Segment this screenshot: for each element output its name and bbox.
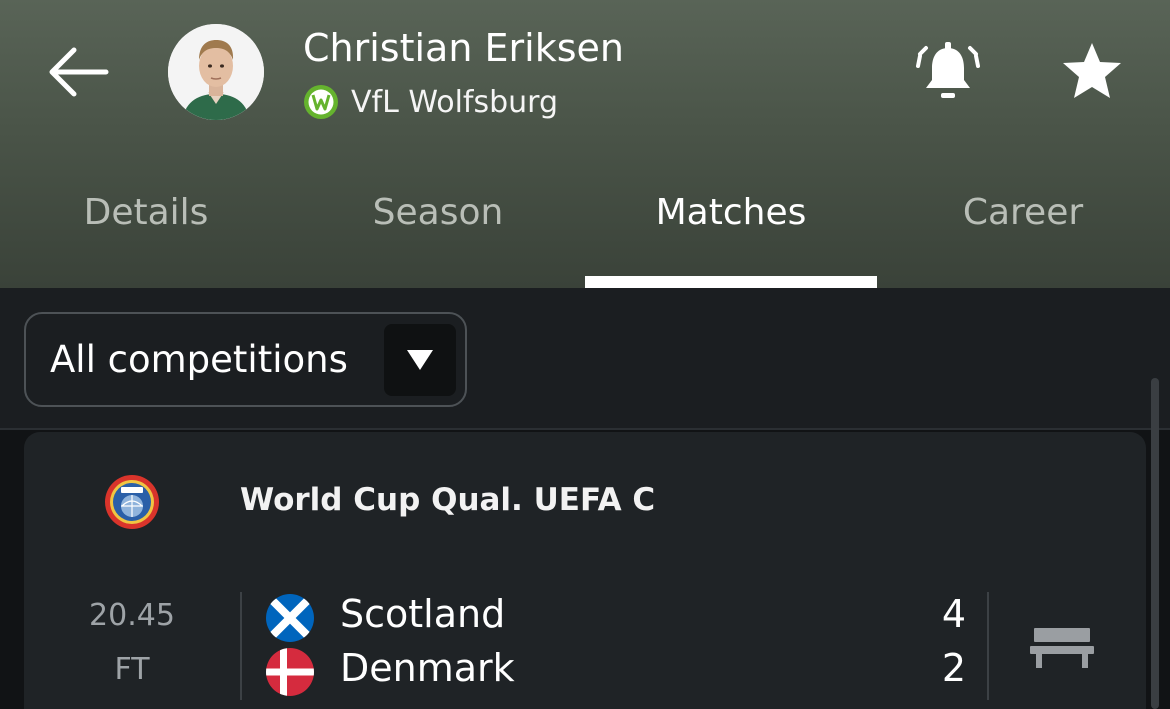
divider xyxy=(240,592,242,700)
competition-filter-value: All competitions xyxy=(50,338,348,381)
tab-matches[interactable]: Matches xyxy=(585,180,877,288)
denmark-flag-icon xyxy=(266,648,314,696)
bell-ringing-icon xyxy=(916,42,980,98)
player-avatar xyxy=(168,24,264,120)
club-name: VfL Wolfsburg xyxy=(351,84,559,120)
match-status: FT xyxy=(114,652,150,687)
triangle-down-icon xyxy=(407,350,433,370)
player-name: Christian Eriksen xyxy=(303,26,624,70)
competition-name: World Cup Qual. UEFA C xyxy=(240,482,656,518)
player-header: Christian Eriksen VfL Wolfsburg Details … xyxy=(0,0,1170,288)
dropdown-toggle[interactable] xyxy=(384,324,456,396)
filter-bar: All competitions xyxy=(0,288,1170,430)
active-tab-indicator xyxy=(585,276,877,288)
tab-details[interactable]: Details xyxy=(0,180,292,288)
match-time: 20.45 xyxy=(89,598,175,633)
back-button[interactable] xyxy=(44,44,110,100)
home-team-row: Scotland 4 xyxy=(266,592,966,642)
away-team-row: Denmark 2 xyxy=(266,646,966,696)
tab-bar: Details Season Matches Career xyxy=(0,180,1170,288)
wolfsburg-logo-icon xyxy=(304,85,338,119)
tab-career[interactable]: Career xyxy=(877,180,1169,288)
divider xyxy=(987,592,989,700)
match-card[interactable]: World Cup Qual. UEFA C 20.45 FT Scotland… xyxy=(24,432,1146,709)
notification-button[interactable] xyxy=(914,40,982,104)
star-icon xyxy=(1063,43,1121,98)
home-team-score: 4 xyxy=(941,592,966,636)
favorite-button[interactable] xyxy=(1058,40,1126,104)
away-team-name: Denmark xyxy=(340,646,515,690)
away-team-score: 2 xyxy=(941,646,966,690)
competition-filter-dropdown[interactable]: All competitions xyxy=(24,312,467,407)
home-team-name: Scotland xyxy=(340,592,506,636)
club-link[interactable]: VfL Wolfsburg xyxy=(303,82,558,122)
scotland-flag-icon xyxy=(266,594,314,642)
arrow-left-icon xyxy=(49,47,109,97)
uefa-logo-icon xyxy=(105,475,159,529)
bench-icon xyxy=(1030,628,1094,668)
tab-season[interactable]: Season xyxy=(292,180,584,288)
scrollbar[interactable] xyxy=(1151,378,1159,709)
